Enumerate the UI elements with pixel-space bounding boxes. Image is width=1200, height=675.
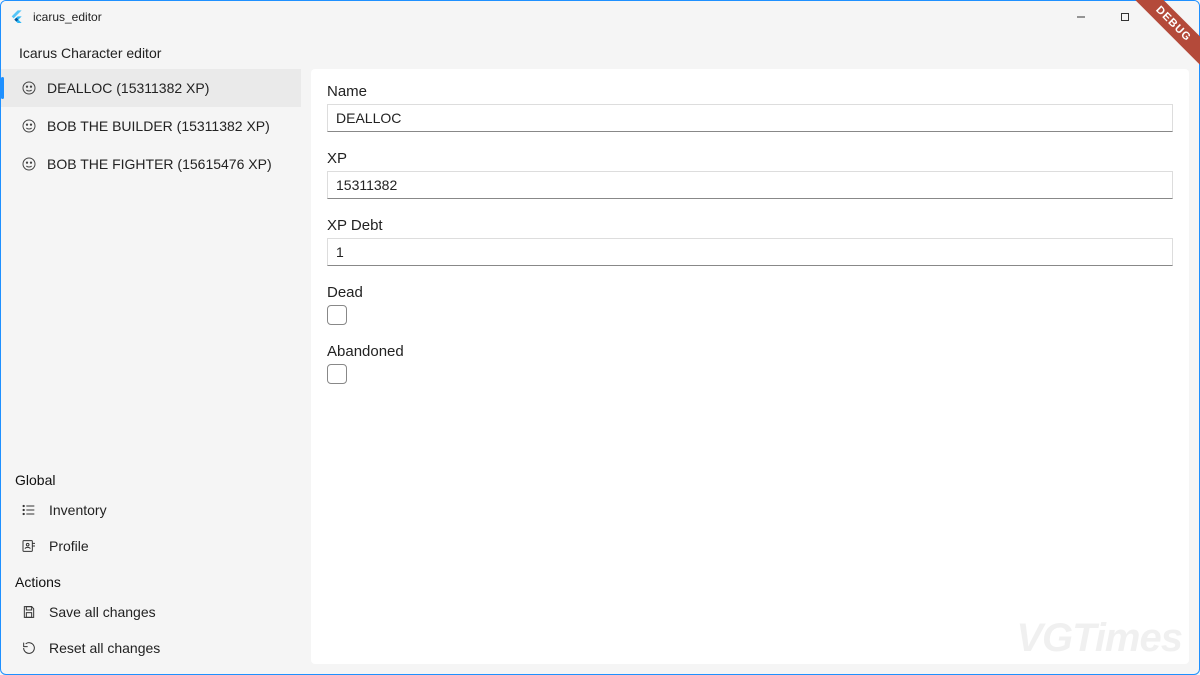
name-label: Name xyxy=(327,83,1173,100)
dead-checkbox[interactable] xyxy=(327,305,347,325)
xp-label: XP xyxy=(327,150,1173,167)
inventory-label: Inventory xyxy=(49,502,107,518)
profile-icon xyxy=(21,538,37,554)
window-title: icarus_editor xyxy=(33,10,1059,24)
name-input[interactable] xyxy=(327,104,1173,132)
character-list: DEALLOC (15311382 XP) BOB THE BUILDER (1… xyxy=(1,69,301,462)
reset-label: Reset all changes xyxy=(49,640,160,656)
abandoned-checkbox[interactable] xyxy=(327,364,347,384)
content-panel: Name XP XP Debt Dead Abandoned xyxy=(311,69,1189,664)
face-icon xyxy=(21,156,37,172)
sidebar: DEALLOC (15311382 XP) BOB THE BUILDER (1… xyxy=(1,69,301,674)
inventory-button[interactable]: Inventory xyxy=(1,492,301,528)
save-button[interactable]: Save all changes xyxy=(1,594,301,630)
profile-button[interactable]: Profile xyxy=(1,528,301,564)
abandoned-label: Abandoned xyxy=(327,343,1173,360)
face-icon xyxy=(21,80,37,96)
character-label: DEALLOC (15311382 XP) xyxy=(47,80,209,96)
list-icon xyxy=(21,502,37,518)
flutter-icon xyxy=(9,9,25,25)
save-label: Save all changes xyxy=(49,604,156,620)
page-title: Icarus Character editor xyxy=(1,33,1199,69)
maximize-button[interactable] xyxy=(1103,3,1147,31)
character-item-dealloc[interactable]: DEALLOC (15311382 XP) xyxy=(1,69,301,107)
dead-label: Dead xyxy=(327,284,1173,301)
app-body: DEALLOC (15311382 XP) BOB THE BUILDER (1… xyxy=(1,69,1199,674)
profile-label: Profile xyxy=(49,538,89,554)
character-label: BOB THE FIGHTER (15615476 XP) xyxy=(47,156,272,172)
actions-section-header: Actions xyxy=(1,564,301,594)
face-icon xyxy=(21,118,37,134)
minimize-button[interactable] xyxy=(1059,3,1103,31)
xpdebt-input[interactable] xyxy=(327,238,1173,266)
reset-button[interactable]: Reset all changes xyxy=(1,630,301,666)
global-section-header: Global xyxy=(1,462,301,492)
character-item-bob-builder[interactable]: BOB THE BUILDER (15311382 XP) xyxy=(1,107,301,145)
xp-input[interactable] xyxy=(327,171,1173,199)
reset-icon xyxy=(21,640,37,656)
character-label: BOB THE BUILDER (15311382 XP) xyxy=(47,118,270,134)
character-item-bob-fighter[interactable]: BOB THE FIGHTER (15615476 XP) xyxy=(1,145,301,183)
save-icon xyxy=(21,604,37,620)
xpdebt-label: XP Debt xyxy=(327,217,1173,234)
titlebar: icarus_editor xyxy=(1,1,1199,33)
app-window: icarus_editor Icarus Character editor DE… xyxy=(0,0,1200,675)
